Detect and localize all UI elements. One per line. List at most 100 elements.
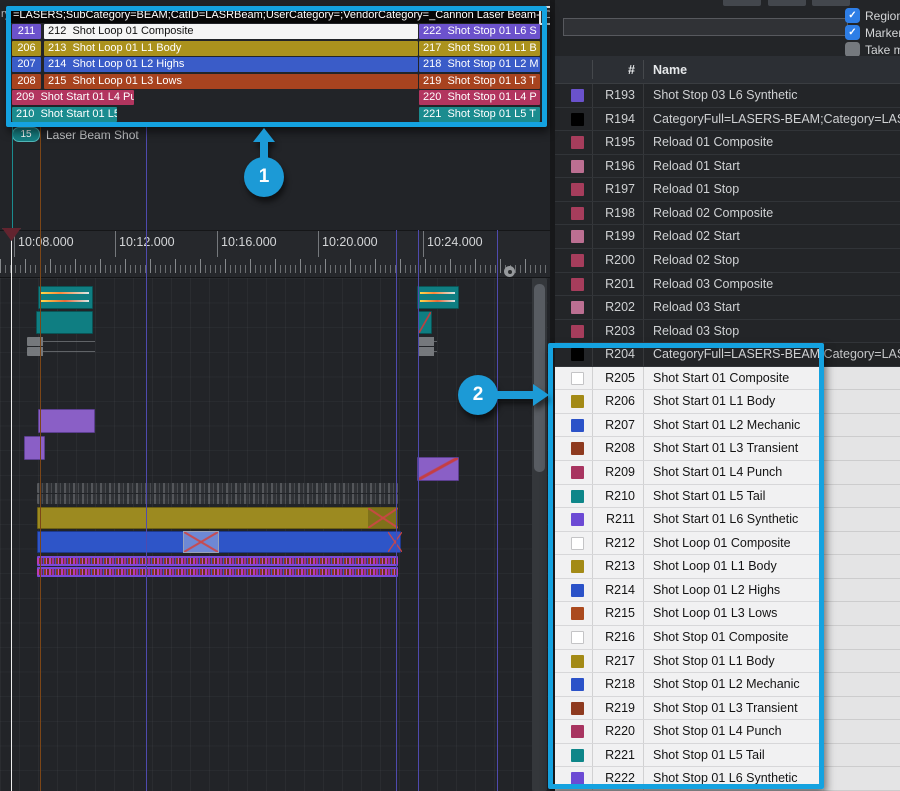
region-bar[interactable]: 221 Shot Stop 01 L5 T: [419, 107, 540, 122]
toolbar-button[interactable]: [768, 0, 806, 6]
table-row[interactable]: R198Reload 02 Composite: [555, 202, 900, 226]
checkbox-checked-icon[interactable]: ✓: [845, 8, 860, 23]
region-color-swatch[interactable]: [571, 230, 584, 243]
table-row[interactable]: R214Shot Loop 01 L2 Highs: [555, 579, 900, 603]
teal-clip[interactable]: [38, 286, 93, 309]
region-color-swatch[interactable]: [571, 513, 584, 526]
region-bar[interactable]: 214 Shot Loop 01 L2 Highs: [44, 57, 418, 72]
table-row[interactable]: R207Shot Start 01 L2 Mechanic: [555, 414, 900, 438]
grey-item-clip[interactable]: [27, 337, 95, 346]
region-bar[interactable]: 219 Shot Stop 01 L3 T: [419, 74, 540, 89]
table-row[interactable]: R222Shot Stop 01 L6 Synthetic: [555, 767, 900, 791]
teal-clip[interactable]: [36, 311, 93, 334]
region-color-swatch[interactable]: [571, 160, 584, 173]
grey-strip-clip[interactable]: [37, 483, 398, 493]
region-color-swatch[interactable]: [571, 136, 584, 149]
table-row[interactable]: R204CategoryFull=LASERS-BEAM;Category=LA…: [555, 343, 900, 367]
table-row[interactable]: R216Shot Stop 01 Composite: [555, 626, 900, 650]
table-row[interactable]: R218Shot Stop 01 L2 Mechanic: [555, 673, 900, 697]
region-bar[interactable]: 220 Shot Stop 01 L4 P: [419, 90, 540, 105]
table-row[interactable]: R211Shot Start 01 L6 Synthetic: [555, 508, 900, 532]
region-color-swatch[interactable]: [571, 113, 584, 126]
table-row[interactable]: R203Reload 03 Stop: [555, 320, 900, 344]
region-bar[interactable]: 209 Shot Start 01 L4 Punch: [12, 90, 134, 105]
grey-strip-clip[interactable]: [37, 494, 398, 504]
region-color-swatch[interactable]: [571, 584, 584, 597]
region-color-swatch[interactable]: [571, 607, 584, 620]
table-row[interactable]: R210Shot Start 01 L5 Tail: [555, 485, 900, 509]
region-color-swatch[interactable]: [571, 301, 584, 314]
crossfade[interactable]: [184, 532, 218, 552]
region-color-swatch[interactable]: [571, 183, 584, 196]
speckle-clip[interactable]: [37, 567, 398, 577]
teal-clip[interactable]: [417, 286, 459, 309]
region-color-swatch[interactable]: [571, 725, 584, 738]
table-row[interactable]: R194CategoryFull=LASERS-BEAM;Category=LA…: [555, 108, 900, 132]
region-color-swatch[interactable]: [571, 207, 584, 220]
track-label[interactable]: 15 Laser Beam Shot: [12, 127, 139, 142]
table-row[interactable]: R220Shot Stop 01 L4 Punch: [555, 720, 900, 744]
teal-clip[interactable]: [418, 311, 432, 334]
region-bar[interactable]: 207: [12, 57, 41, 72]
table-row[interactable]: R219Shot Stop 01 L3 Transient: [555, 697, 900, 721]
region-color-swatch[interactable]: [571, 749, 584, 762]
table-row[interactable]: R215Shot Loop 01 L3 Lows: [555, 602, 900, 626]
region-bar[interactable]: 218 Shot Stop 01 L2 M: [419, 57, 540, 72]
region-color-swatch[interactable]: [571, 678, 584, 691]
region-bar[interactable]: 206: [12, 41, 41, 56]
crossfade[interactable]: [388, 532, 402, 552]
table-row[interactable]: R193Shot Stop 03 L6 Synthetic: [555, 84, 900, 108]
region-color-swatch[interactable]: [571, 560, 584, 573]
region-bar[interactable]: 211: [12, 24, 41, 39]
table-row[interactable]: R199Reload 02 Start: [555, 225, 900, 249]
region-color-swatch[interactable]: [571, 372, 584, 385]
region-color-swatch[interactable]: [571, 278, 584, 291]
table-row[interactable]: R221Shot Stop 01 L5 Tail: [555, 744, 900, 768]
region-bar[interactable]: 213 Shot Loop 01 L1 Body: [44, 41, 418, 56]
region-color-swatch[interactable]: [571, 490, 584, 503]
region-bar[interactable]: 208: [12, 74, 41, 89]
purple-clip[interactable]: [38, 409, 95, 433]
region-color-swatch[interactable]: [571, 537, 584, 550]
blue-clip[interactable]: [37, 531, 401, 553]
table-row[interactable]: R197Reload 01 Stop: [555, 178, 900, 202]
grey-item-clip[interactable]: [418, 347, 437, 356]
region-bar[interactable]: 222 Shot Stop 01 L6 S: [419, 24, 540, 39]
region-color-swatch[interactable]: [571, 325, 584, 338]
olive-clip[interactable]: [37, 507, 398, 529]
speckle-clip[interactable]: [37, 556, 398, 566]
region-color-swatch[interactable]: [571, 631, 584, 644]
table-row[interactable]: R208Shot Start 01 L3 Transient: [555, 437, 900, 461]
region-color-swatch[interactable]: [571, 702, 584, 715]
timeline-ruler[interactable]: 10:08.00010:12.00010:16.00010:20.00010:2…: [0, 230, 550, 278]
table-row[interactable]: R196Reload 01 Start: [555, 155, 900, 179]
region-color-swatch[interactable]: [571, 466, 584, 479]
filter-input[interactable]: [563, 18, 848, 36]
region-bar[interactable]: 217 Shot Stop 01 L1 B: [419, 41, 540, 56]
arrange-scrollbar-thumb[interactable]: [534, 284, 545, 472]
table-row[interactable]: R209Shot Start 01 L4 Punch: [555, 461, 900, 485]
table-row[interactable]: R200Reload 02 Stop: [555, 249, 900, 273]
table-row[interactable]: R202Reload 03 Start: [555, 296, 900, 320]
table-row[interactable]: R212Shot Loop 01 Composite: [555, 532, 900, 556]
region-color-swatch[interactable]: [571, 772, 584, 785]
table-row[interactable]: R206Shot Start 01 L1 Body: [555, 390, 900, 414]
table-row[interactable]: R205Shot Start 01 Composite: [555, 367, 900, 391]
region-color-swatch[interactable]: [571, 655, 584, 668]
table-row[interactable]: R195Reload 01 Composite: [555, 131, 900, 155]
grey-item-clip[interactable]: [418, 337, 437, 346]
playhead-line[interactable]: [11, 232, 12, 791]
purple-clip[interactable]: [417, 457, 459, 481]
region-color-swatch[interactable]: [571, 348, 584, 361]
region-color-swatch[interactable]: [571, 442, 584, 455]
region-color-swatch[interactable]: [571, 89, 584, 102]
table-row[interactable]: R201Reload 03 Composite: [555, 273, 900, 297]
checkbox-checked-icon[interactable]: ✓: [845, 25, 860, 40]
column-header-name[interactable]: Name: [653, 56, 687, 84]
toolbar-button[interactable]: [812, 0, 850, 6]
region-color-swatch[interactable]: [571, 395, 584, 408]
region-bar[interactable]: 210 Shot Start 01 L5 Tail: [12, 107, 117, 122]
checkbox-unchecked-icon[interactable]: [845, 42, 860, 57]
toolbar-button[interactable]: [723, 0, 761, 6]
region-bar[interactable]: 215 Shot Loop 01 L3 Lows: [44, 74, 418, 89]
